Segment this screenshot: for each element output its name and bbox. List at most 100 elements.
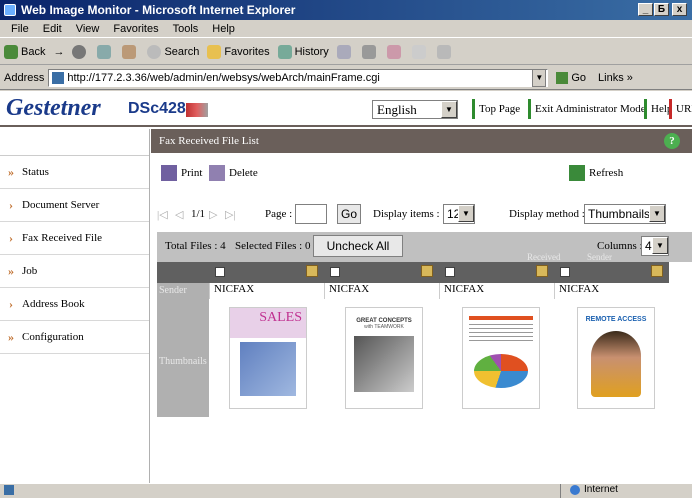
language-select[interactable]: English ▼: [372, 100, 458, 119]
chevron-right-icon: ›: [9, 197, 13, 212]
file-column-header: [554, 262, 669, 283]
display-method-label: Display method :: [509, 208, 585, 220]
edit-page-button[interactable]: [386, 44, 404, 59]
edit-icon[interactable]: [536, 265, 548, 277]
address-label: Address: [4, 71, 45, 84]
top-page-link[interactable]: Top Page: [472, 99, 520, 119]
menu-help[interactable]: Help: [212, 23, 235, 35]
thumb-photo: [591, 331, 641, 397]
sidebar-item-configuration[interactable]: » Configuration: [0, 321, 149, 354]
next-page-icon[interactable]: ▷: [209, 208, 217, 221]
back-arrow-icon: [4, 44, 18, 59]
first-page-icon[interactable]: |◁: [157, 208, 168, 221]
file-checkbox[interactable]: [445, 267, 455, 277]
sidebar-item-fax-received-file[interactable]: › Fax Received File: [0, 222, 149, 255]
file-checkbox[interactable]: [560, 267, 570, 277]
double-chevron-icon: »: [8, 329, 14, 344]
menu-edit[interactable]: Edit: [43, 23, 62, 35]
file-thumbnail[interactable]: GREAT CONCEPTS with TEAMWORK: [345, 307, 423, 409]
print-button[interactable]: Print: [161, 165, 202, 181]
url-link[interactable]: URL: [669, 99, 692, 119]
file-column-header: [209, 262, 324, 283]
security-zone: Internet: [584, 484, 618, 495]
forward-button[interactable]: →: [53, 46, 64, 58]
minimize-button[interactable]: _: [638, 3, 653, 16]
delete-button[interactable]: Delete: [209, 165, 258, 181]
help-icon[interactable]: ?: [664, 133, 680, 149]
file-summary-panel: Total Files : 4 Selected Files : 0 Unche…: [157, 232, 692, 262]
sidebar-item-document-server[interactable]: › Document Server: [0, 189, 149, 222]
brand-logo: Gestetner: [6, 95, 101, 121]
exit-admin-link[interactable]: Exit Administrator Mode: [528, 99, 646, 119]
go-page-button[interactable]: Go: [337, 204, 361, 224]
file-checkbox[interactable]: [215, 267, 225, 277]
refresh-browser-button[interactable]: [97, 44, 114, 59]
stop-button[interactable]: [72, 44, 89, 59]
page-header: Gestetner DSc428 English ▼ Top Page Exit…: [0, 91, 692, 127]
page-input[interactable]: [295, 204, 327, 224]
file-checkbox[interactable]: [330, 267, 340, 277]
favorites-button[interactable]: Favorites: [207, 44, 270, 59]
sidebar-item-status[interactable]: » Status: [0, 156, 149, 189]
edit-icon[interactable]: [651, 265, 663, 277]
prev-page-icon[interactable]: ◁: [175, 208, 183, 221]
back-button[interactable]: Back: [4, 44, 45, 59]
menu-bar: File Edit View Favorites Tools Help: [0, 20, 692, 38]
sort-sender[interactable]: Sender: [587, 252, 612, 262]
file-sender: NICFAX: [324, 283, 439, 299]
links-button[interactable]: Links »: [598, 72, 633, 84]
edit-icon[interactable]: [306, 265, 318, 277]
discuss-icon: [411, 44, 426, 59]
menu-tools[interactable]: Tools: [173, 23, 199, 35]
sort-received[interactable]: Received: [527, 252, 560, 262]
columns-label: Columns :: [597, 240, 643, 252]
last-page-icon[interactable]: ▷|: [225, 208, 236, 221]
file-thumbnail[interactable]: [462, 307, 540, 409]
selected-files: Selected Files : 0: [235, 240, 311, 252]
thumb-photo: [354, 336, 414, 392]
file-thumbnail[interactable]: SALES: [229, 307, 307, 409]
mail-button[interactable]: [336, 44, 354, 59]
discuss-button[interactable]: [411, 44, 429, 59]
chevron-right-icon: ›: [9, 296, 13, 311]
thumbnail-grid: Sender Thumbnails NICFAX NICFAX NICFAX N…: [157, 262, 692, 417]
model-badge-icon: [186, 103, 208, 117]
messenger-button[interactable]: [436, 44, 454, 59]
menu-favorites[interactable]: Favorites: [113, 23, 158, 35]
status-bar: Internet: [0, 483, 692, 498]
edit-icon[interactable]: [421, 265, 433, 277]
refresh-button[interactable]: Refresh: [569, 165, 623, 181]
browser-toolbar: Back → Search Favorites History: [0, 39, 692, 65]
history-icon: [277, 44, 292, 59]
menu-view[interactable]: View: [76, 23, 100, 35]
sidebar-item-address-book[interactable]: › Address Book: [0, 288, 149, 321]
display-items-select[interactable]: 12 ▼: [443, 204, 475, 224]
home-button[interactable]: [122, 44, 139, 59]
model-name: DSc428: [128, 100, 186, 117]
pager-row: |◁ ◁ 1/1 ▷ ▷| Page : Go Display items : …: [151, 204, 692, 226]
maximize-button[interactable]: Б: [654, 3, 669, 16]
address-input[interactable]: http://177.2.3.36/web/admin/en/websys/we…: [48, 68, 549, 87]
columns-select[interactable]: 4 ▼: [641, 236, 669, 256]
sidebar: » Status › Document Server › Fax Received F…: [0, 129, 150, 483]
print-browser-button[interactable]: [361, 44, 379, 59]
display-method-select[interactable]: Thumbnails ▼: [584, 204, 666, 224]
thumb-text: [469, 324, 533, 344]
chevron-down-icon: ▼: [652, 237, 668, 254]
close-button[interactable]: x: [672, 3, 687, 16]
double-chevron-icon: »: [8, 263, 14, 278]
search-button[interactable]: Search: [147, 44, 199, 59]
file-thumbnail[interactable]: REMOTE ACCESS: [577, 307, 655, 409]
mail-icon: [336, 44, 351, 59]
file-sender: NICFAX: [439, 283, 554, 299]
history-button[interactable]: History: [277, 44, 329, 59]
sidebar-item-job[interactable]: » Job: [0, 255, 149, 288]
chevron-down-icon: ▼: [649, 205, 665, 222]
pie-chart-icon: [474, 354, 528, 388]
uncheck-all-button[interactable]: Uncheck All: [313, 235, 403, 257]
window-title: Web Image Monitor - Microsoft Internet E…: [21, 3, 296, 17]
menu-file[interactable]: File: [11, 23, 29, 35]
go-button[interactable]: Go: [556, 71, 586, 84]
thumb-header: [469, 316, 533, 320]
address-dropdown-arrow[interactable]: ▼: [532, 68, 547, 87]
